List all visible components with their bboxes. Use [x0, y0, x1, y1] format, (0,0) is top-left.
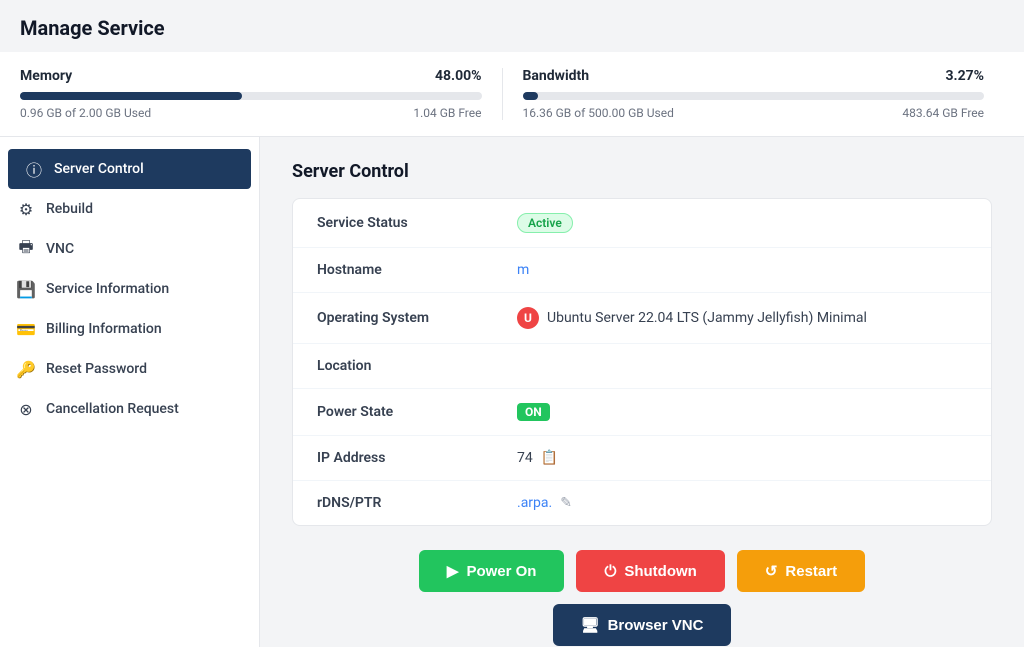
server-control-icon: ⓘ — [24, 159, 44, 179]
power-on-button[interactable]: ▶ Power On — [419, 550, 565, 592]
stat-used: 0.96 GB of 2.00 GB Used — [20, 106, 151, 120]
row-key: Hostname — [317, 262, 517, 278]
stat-header: Bandwidth 3.27% — [523, 68, 985, 84]
sidebar-item-vnc[interactable]: 🖶 VNC — [0, 229, 259, 269]
cancellation-request-icon: ⊗ — [16, 399, 36, 419]
stat-label: Memory — [20, 68, 72, 84]
actions-row: ▶ Power On ⏻ Shutdown ↺ Restart — [292, 550, 992, 592]
power-state-badge: ON — [517, 403, 550, 421]
stat-free: 483.64 GB Free — [902, 106, 984, 120]
sidebar-item-label-vnc: VNC — [46, 241, 74, 257]
power-on-label: Power On — [466, 563, 536, 580]
os-icon: U — [517, 307, 539, 329]
play-icon: ▶ — [447, 562, 459, 580]
page-title: Manage Service — [0, 0, 1024, 52]
row-value: U Ubuntu Server 22.04 LTS (Jammy Jellyfi… — [517, 307, 967, 329]
sidebar-item-label-cancellation-request: Cancellation Request — [46, 401, 179, 417]
monitor-icon: 🖥 — [581, 616, 600, 634]
stat-footer: 0.96 GB of 2.00 GB Used 1.04 GB Free — [20, 106, 482, 120]
table-row: Location — [293, 344, 991, 389]
shutdown-button[interactable]: ⏻ Shutdown — [576, 550, 724, 592]
stat-percent: 3.27% — [945, 68, 984, 84]
stat-percent: 48.00% — [435, 68, 482, 84]
info-table: Service StatusActiveHostnamemOperating S… — [292, 198, 992, 526]
stats-bar: Memory 48.00% 0.96 GB of 2.00 GB Used 1.… — [0, 52, 1024, 137]
main-content: ⓘ Server Control ⚙ Rebuild 🖶 VNC 💾 Service Info… — [0, 137, 1024, 647]
restart-label: Restart — [785, 563, 837, 580]
sidebar: ⓘ Server Control ⚙ Rebuild 🖶 VNC 💾 Service Info… — [0, 137, 260, 647]
copy-icon[interactable]: 📋 — [541, 450, 558, 466]
stat-card-memory: Memory 48.00% 0.96 GB of 2.00 GB Used 1.… — [20, 68, 502, 120]
sidebar-item-label-billing-information: Billing Information — [46, 321, 162, 337]
progress-track — [523, 92, 985, 100]
row-value: 74 📋 — [517, 450, 967, 466]
stat-free: 1.04 GB Free — [413, 106, 481, 120]
stat-card-bandwidth: Bandwidth 3.27% 16.36 GB of 500.00 GB Us… — [502, 68, 1005, 120]
stat-used: 16.36 GB of 500.00 GB Used — [523, 106, 674, 120]
row-key: rDNS/PTR — [317, 495, 517, 511]
row-value: .arpa. ✎ — [517, 495, 967, 511]
restart-button[interactable]: ↺ Restart — [737, 550, 865, 592]
sidebar-item-reset-password[interactable]: 🔑 Reset Password — [0, 349, 259, 389]
table-row: IP Address 74 📋 — [293, 436, 991, 481]
sidebar-item-label-rebuild: Rebuild — [46, 201, 93, 217]
sidebar-item-label-server-control: Server Control — [54, 161, 144, 177]
vnc-icon: 🖶 — [16, 239, 36, 259]
row-value: Active — [517, 213, 967, 233]
progress-fill — [523, 92, 538, 100]
browser-vnc-button[interactable]: 🖥 Browser VNC — [553, 604, 732, 646]
sidebar-item-server-control[interactable]: ⓘ Server Control — [8, 149, 251, 189]
sidebar-item-billing-information[interactable]: 💳 Billing Information — [0, 309, 259, 349]
table-row: Power StateON — [293, 389, 991, 436]
progress-fill — [20, 92, 242, 100]
page-wrapper: Manage Service Memory 48.00% 0.96 GB of … — [0, 0, 1024, 647]
sidebar-item-service-information[interactable]: 💾 Service Information — [0, 269, 259, 309]
stat-label: Bandwidth — [523, 68, 590, 84]
table-row: Operating System U Ubuntu Server 22.04 L… — [293, 293, 991, 344]
sidebar-item-rebuild[interactable]: ⚙ Rebuild — [0, 189, 259, 229]
progress-track — [20, 92, 482, 100]
sidebar-item-label-service-information: Service Information — [46, 281, 169, 297]
stat-header: Memory 48.00% — [20, 68, 482, 84]
billing-information-icon: 💳 — [16, 319, 36, 339]
table-row: Hostnamem — [293, 248, 991, 293]
section-heading: Server Control — [292, 161, 992, 182]
sidebar-item-label-reset-password: Reset Password — [46, 361, 147, 377]
rdns-value: .arpa. — [517, 495, 552, 511]
row-value: ON — [517, 403, 967, 421]
restart-icon: ↺ — [765, 562, 778, 580]
rebuild-icon: ⚙ — [16, 199, 36, 219]
reset-password-icon: 🔑 — [16, 359, 36, 379]
status-badge: Active — [517, 213, 573, 233]
row-key: Service Status — [317, 215, 517, 231]
browser-vnc-label: Browser VNC — [608, 617, 704, 634]
row-key: Location — [317, 358, 517, 374]
ip-address-value: 74 — [517, 450, 533, 466]
browser-vnc-row: 🖥 Browser VNC — [292, 604, 992, 646]
table-row: Service StatusActive — [293, 199, 991, 248]
shutdown-icon: ⏻ — [604, 563, 616, 580]
row-key: Power State — [317, 404, 517, 420]
service-information-icon: 💾 — [16, 279, 36, 299]
table-row: rDNS/PTR .arpa. ✎ — [293, 481, 991, 525]
row-key: Operating System — [317, 310, 517, 326]
shutdown-label: Shutdown — [624, 563, 696, 580]
stat-footer: 16.36 GB of 500.00 GB Used 483.64 GB Fre… — [523, 106, 985, 120]
content-area: Server Control Service StatusActiveHostn… — [260, 137, 1024, 647]
hostname-link[interactable]: m — [517, 262, 529, 278]
row-value: m — [517, 262, 967, 278]
os-name: Ubuntu Server 22.04 LTS (Jammy Jellyfish… — [547, 310, 867, 326]
sidebar-item-cancellation-request[interactable]: ⊗ Cancellation Request — [0, 389, 259, 429]
edit-icon[interactable]: ✎ — [560, 495, 572, 511]
row-key: IP Address — [317, 450, 517, 466]
